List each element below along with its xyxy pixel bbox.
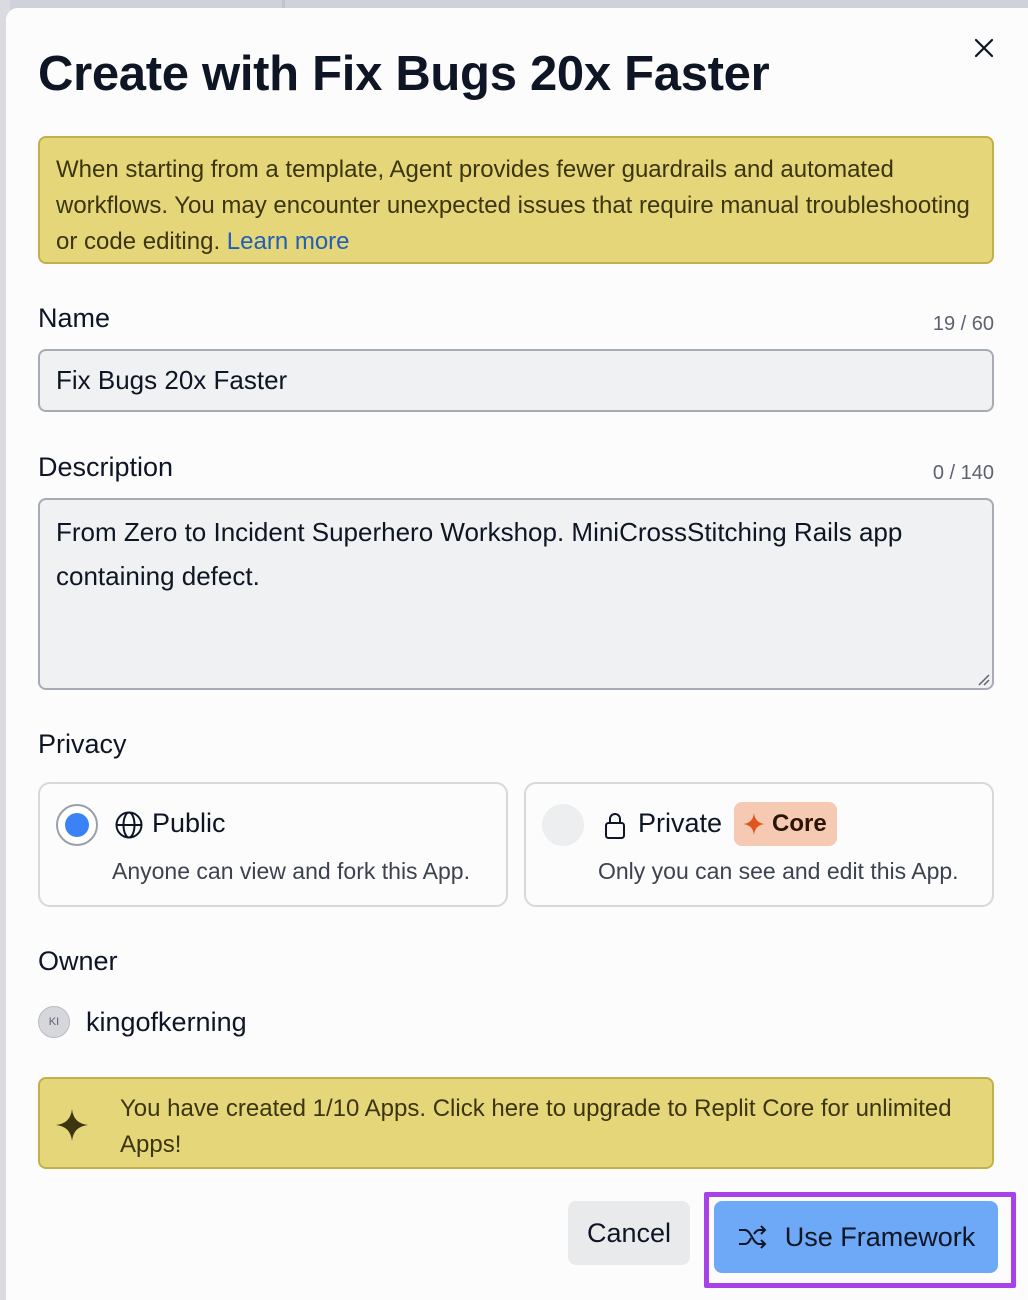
upgrade-banner[interactable]: You have created 1/10 Apps. Click here t… (38, 1077, 994, 1169)
public-description: Anyone can view and fork this App. (112, 858, 470, 884)
use-framework-label: Use Framework (784, 1221, 976, 1252)
template-warning: When starting from a template, Agent pro… (38, 136, 994, 264)
learn-more-link[interactable]: Learn more (227, 228, 350, 255)
privacy-option-private[interactable]: Private Core Only you can see and edit t… (524, 782, 994, 907)
warning-text: When starting from a template, Agent pro… (56, 156, 970, 255)
privacy-label: Privacy (38, 729, 127, 759)
private-description: Only you can see and edit this App. (598, 858, 959, 884)
description-label: Description (38, 452, 174, 482)
description-text: From Zero to Incident Superhero Workshop… (56, 517, 903, 591)
private-title: Private (638, 808, 723, 838)
shuffle-icon (738, 1225, 767, 1249)
owner-username: kingofkerning (86, 1006, 247, 1037)
cancel-button[interactable]: Cancel (568, 1201, 690, 1265)
lock-icon (605, 813, 625, 839)
privacy-option-public[interactable]: Public Anyone can view and fork this App… (38, 782, 508, 907)
core-badge-label: Core (772, 810, 827, 837)
owner-row: KI kingofkerning (38, 1006, 247, 1038)
resize-handle-icon[interactable] (976, 672, 990, 686)
close-button[interactable] (968, 32, 1000, 64)
dialog-title: Create with Fix Bugs 20x Faster (38, 47, 770, 101)
avatar: KI (38, 1006, 70, 1038)
upgrade-text: You have created 1/10 Apps. Click here t… (120, 1095, 952, 1158)
sparkle-icon (743, 813, 765, 835)
globe-icon (115, 811, 143, 839)
name-label: Name (38, 303, 111, 333)
description-counter: 0 / 140 (932, 462, 994, 484)
public-radio[interactable] (56, 804, 98, 846)
name-input[interactable]: Fix Bugs 20x Faster (38, 349, 994, 412)
close-icon (974, 38, 994, 58)
core-badge: Core (734, 802, 837, 846)
public-title: Public (152, 808, 226, 838)
sparkle-icon (56, 1109, 88, 1141)
use-framework-button[interactable]: Use Framework (714, 1201, 998, 1273)
description-textarea[interactable]: From Zero to Incident Superhero Workshop… (38, 498, 994, 690)
private-radio[interactable] (542, 804, 584, 846)
name-counter: 19 / 60 (932, 313, 994, 335)
create-dialog: Create with Fix Bugs 20x Faster When sta… (6, 8, 1028, 1300)
owner-label: Owner (38, 946, 118, 976)
